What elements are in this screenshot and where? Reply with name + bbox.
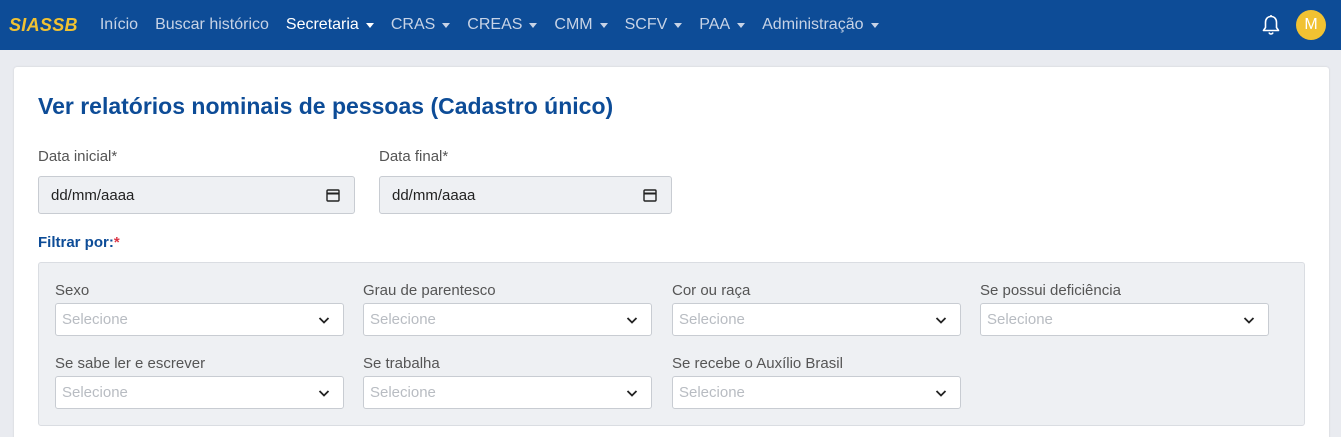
sexo-label: Sexo — [55, 282, 90, 299]
trabalha-label: Se trabalha — [363, 355, 440, 372]
auxilio-brasil-label: Se recebe o Auxílio Brasil — [672, 355, 843, 372]
grau-parentesco-select[interactable]: Selecione — [363, 303, 652, 336]
top-navbar: SIASSB Início Buscar histórico Secretari… — [0, 0, 1341, 50]
auxilio-brasil-select[interactable]: Selecione — [672, 376, 961, 409]
caret-down-icon — [737, 23, 746, 28]
date-start-value: dd/mm/aaaa — [51, 186, 135, 204]
ler-escrever-select[interactable]: Selecione — [55, 376, 344, 409]
chevron-down-icon — [934, 313, 948, 327]
caret-down-icon — [365, 23, 374, 28]
page-title: Ver relatórios nominais de pessoas (Cada… — [38, 93, 614, 119]
chevron-down-icon — [625, 313, 639, 327]
grau-parentesco-label: Grau de parentesco — [363, 282, 496, 299]
chevron-down-icon — [934, 386, 948, 400]
nav-right: M — [1260, 0, 1326, 50]
date-end-label: Data final* — [379, 148, 449, 165]
caret-down-icon — [674, 23, 683, 28]
filter-label: Filtrar por:* — [38, 234, 120, 251]
ler-escrever-label: Se sabe ler e escrever — [55, 355, 206, 372]
cor-raca-label: Cor ou raça — [672, 282, 751, 299]
trabalha-select[interactable]: Selecione — [363, 376, 652, 409]
sexo-select[interactable]: Selecione — [55, 303, 344, 336]
caret-down-icon — [870, 23, 879, 28]
nav-item-secretaria[interactable]: Secretaria — [286, 16, 374, 34]
date-end-input[interactable]: dd/mm/aaaa — [379, 176, 672, 214]
nav-item-cmm[interactable]: CMM — [554, 16, 608, 34]
report-card: Ver relatórios nominais de pessoas (Cada… — [14, 67, 1329, 437]
nav-item-cras[interactable]: CRAS — [391, 16, 451, 34]
calendar-icon[interactable] — [643, 188, 657, 202]
calendar-icon[interactable] — [326, 188, 340, 202]
nav-item-inicio[interactable]: Início — [100, 16, 138, 34]
nav-item-administracao[interactable]: Administração — [762, 16, 879, 34]
chevron-down-icon — [625, 386, 639, 400]
date-start-label: Data inicial* — [38, 148, 118, 165]
caret-down-icon — [529, 23, 538, 28]
nav-item-scfv[interactable]: SCFV — [625, 16, 683, 34]
date-start-input[interactable]: dd/mm/aaaa — [38, 176, 355, 214]
deficiencia-label: Se possui deficiência — [980, 282, 1121, 299]
filter-panel: Sexo Selecione Grau de parentesco Seleci… — [38, 262, 1305, 426]
caret-down-icon — [442, 23, 451, 28]
chevron-down-icon — [1242, 313, 1256, 327]
required-mark: * — [113, 234, 120, 251]
bell-icon[interactable] — [1260, 14, 1282, 36]
nav-item-creas[interactable]: CREAS — [467, 16, 538, 34]
chevron-down-icon — [317, 386, 331, 400]
user-avatar[interactable]: M — [1296, 10, 1326, 40]
cor-raca-select[interactable]: Selecione — [672, 303, 961, 336]
caret-down-icon — [599, 23, 608, 28]
deficiencia-select[interactable]: Selecione — [980, 303, 1269, 336]
nav-item-paa[interactable]: PAA — [699, 16, 746, 34]
nav-item-buscar-historico[interactable]: Buscar histórico — [155, 16, 269, 34]
chevron-down-icon — [317, 313, 331, 327]
brand-logo[interactable]: SIASSB — [9, 15, 78, 36]
date-end-value: dd/mm/aaaa — [392, 186, 476, 204]
